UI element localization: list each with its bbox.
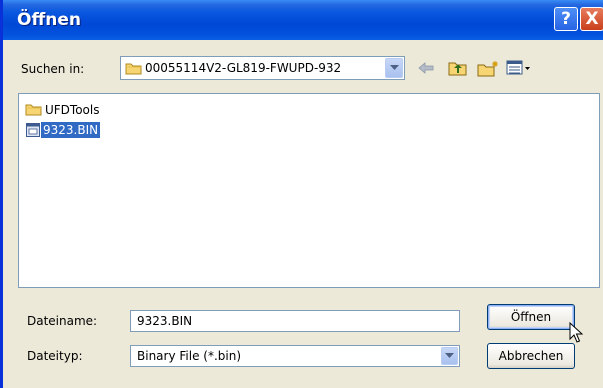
chevron-down-icon [389, 65, 399, 70]
list-item-folder[interactable]: UFDTools [25, 101, 102, 118]
filetype-select[interactable]: Binary File (*.bin) [130, 345, 460, 367]
open-button[interactable]: Öffnen [487, 304, 575, 330]
view-menu-icon[interactable] [506, 60, 532, 76]
title-bar[interactable]: Öffnen ? X [3, 0, 603, 40]
folder-icon [125, 63, 142, 75]
lookin-label: Suchen in: [21, 62, 85, 76]
window-title: Öffnen [17, 10, 81, 30]
help-icon: ? [561, 9, 571, 29]
filetype-label: Dateityp: [27, 349, 83, 363]
cancel-button[interactable]: Abbrechen [487, 343, 575, 369]
lookin-dropdown-button[interactable] [385, 58, 403, 78]
back-arrow-icon[interactable] [417, 60, 435, 76]
chevron-down-icon [445, 353, 454, 358]
folder-icon [25, 104, 42, 116]
mouse-cursor-icon [569, 322, 583, 343]
close-icon: X [585, 9, 599, 29]
help-button[interactable]: ? [554, 7, 578, 31]
close-button[interactable]: X [580, 7, 603, 31]
lookin-combo[interactable]: 00055114V2-GL819-FWUPD-932 [120, 56, 405, 80]
lookin-value: 00055114V2-GL819-FWUPD-932 [145, 61, 342, 75]
list-item-file[interactable]: 9323.BIN [25, 121, 101, 138]
file-name: 9323.BIN [41, 121, 101, 138]
filename-input[interactable]: 9323.BIN [130, 310, 460, 332]
filetype-value: Binary File (*.bin) [137, 349, 242, 363]
filename-label: Dateiname: [27, 314, 98, 328]
filetype-dropdown-button[interactable] [441, 347, 458, 365]
new-folder-icon[interactable] [477, 60, 499, 78]
up-folder-icon[interactable] [448, 60, 468, 77]
file-name: UFDTools [45, 102, 100, 117]
open-dialog: Öffnen ? X Suchen in: 00055114V2-GL819-F… [0, 0, 603, 388]
bin-file-icon [26, 122, 40, 137]
file-list[interactable]: UFDTools 9323.BIN [18, 93, 600, 288]
